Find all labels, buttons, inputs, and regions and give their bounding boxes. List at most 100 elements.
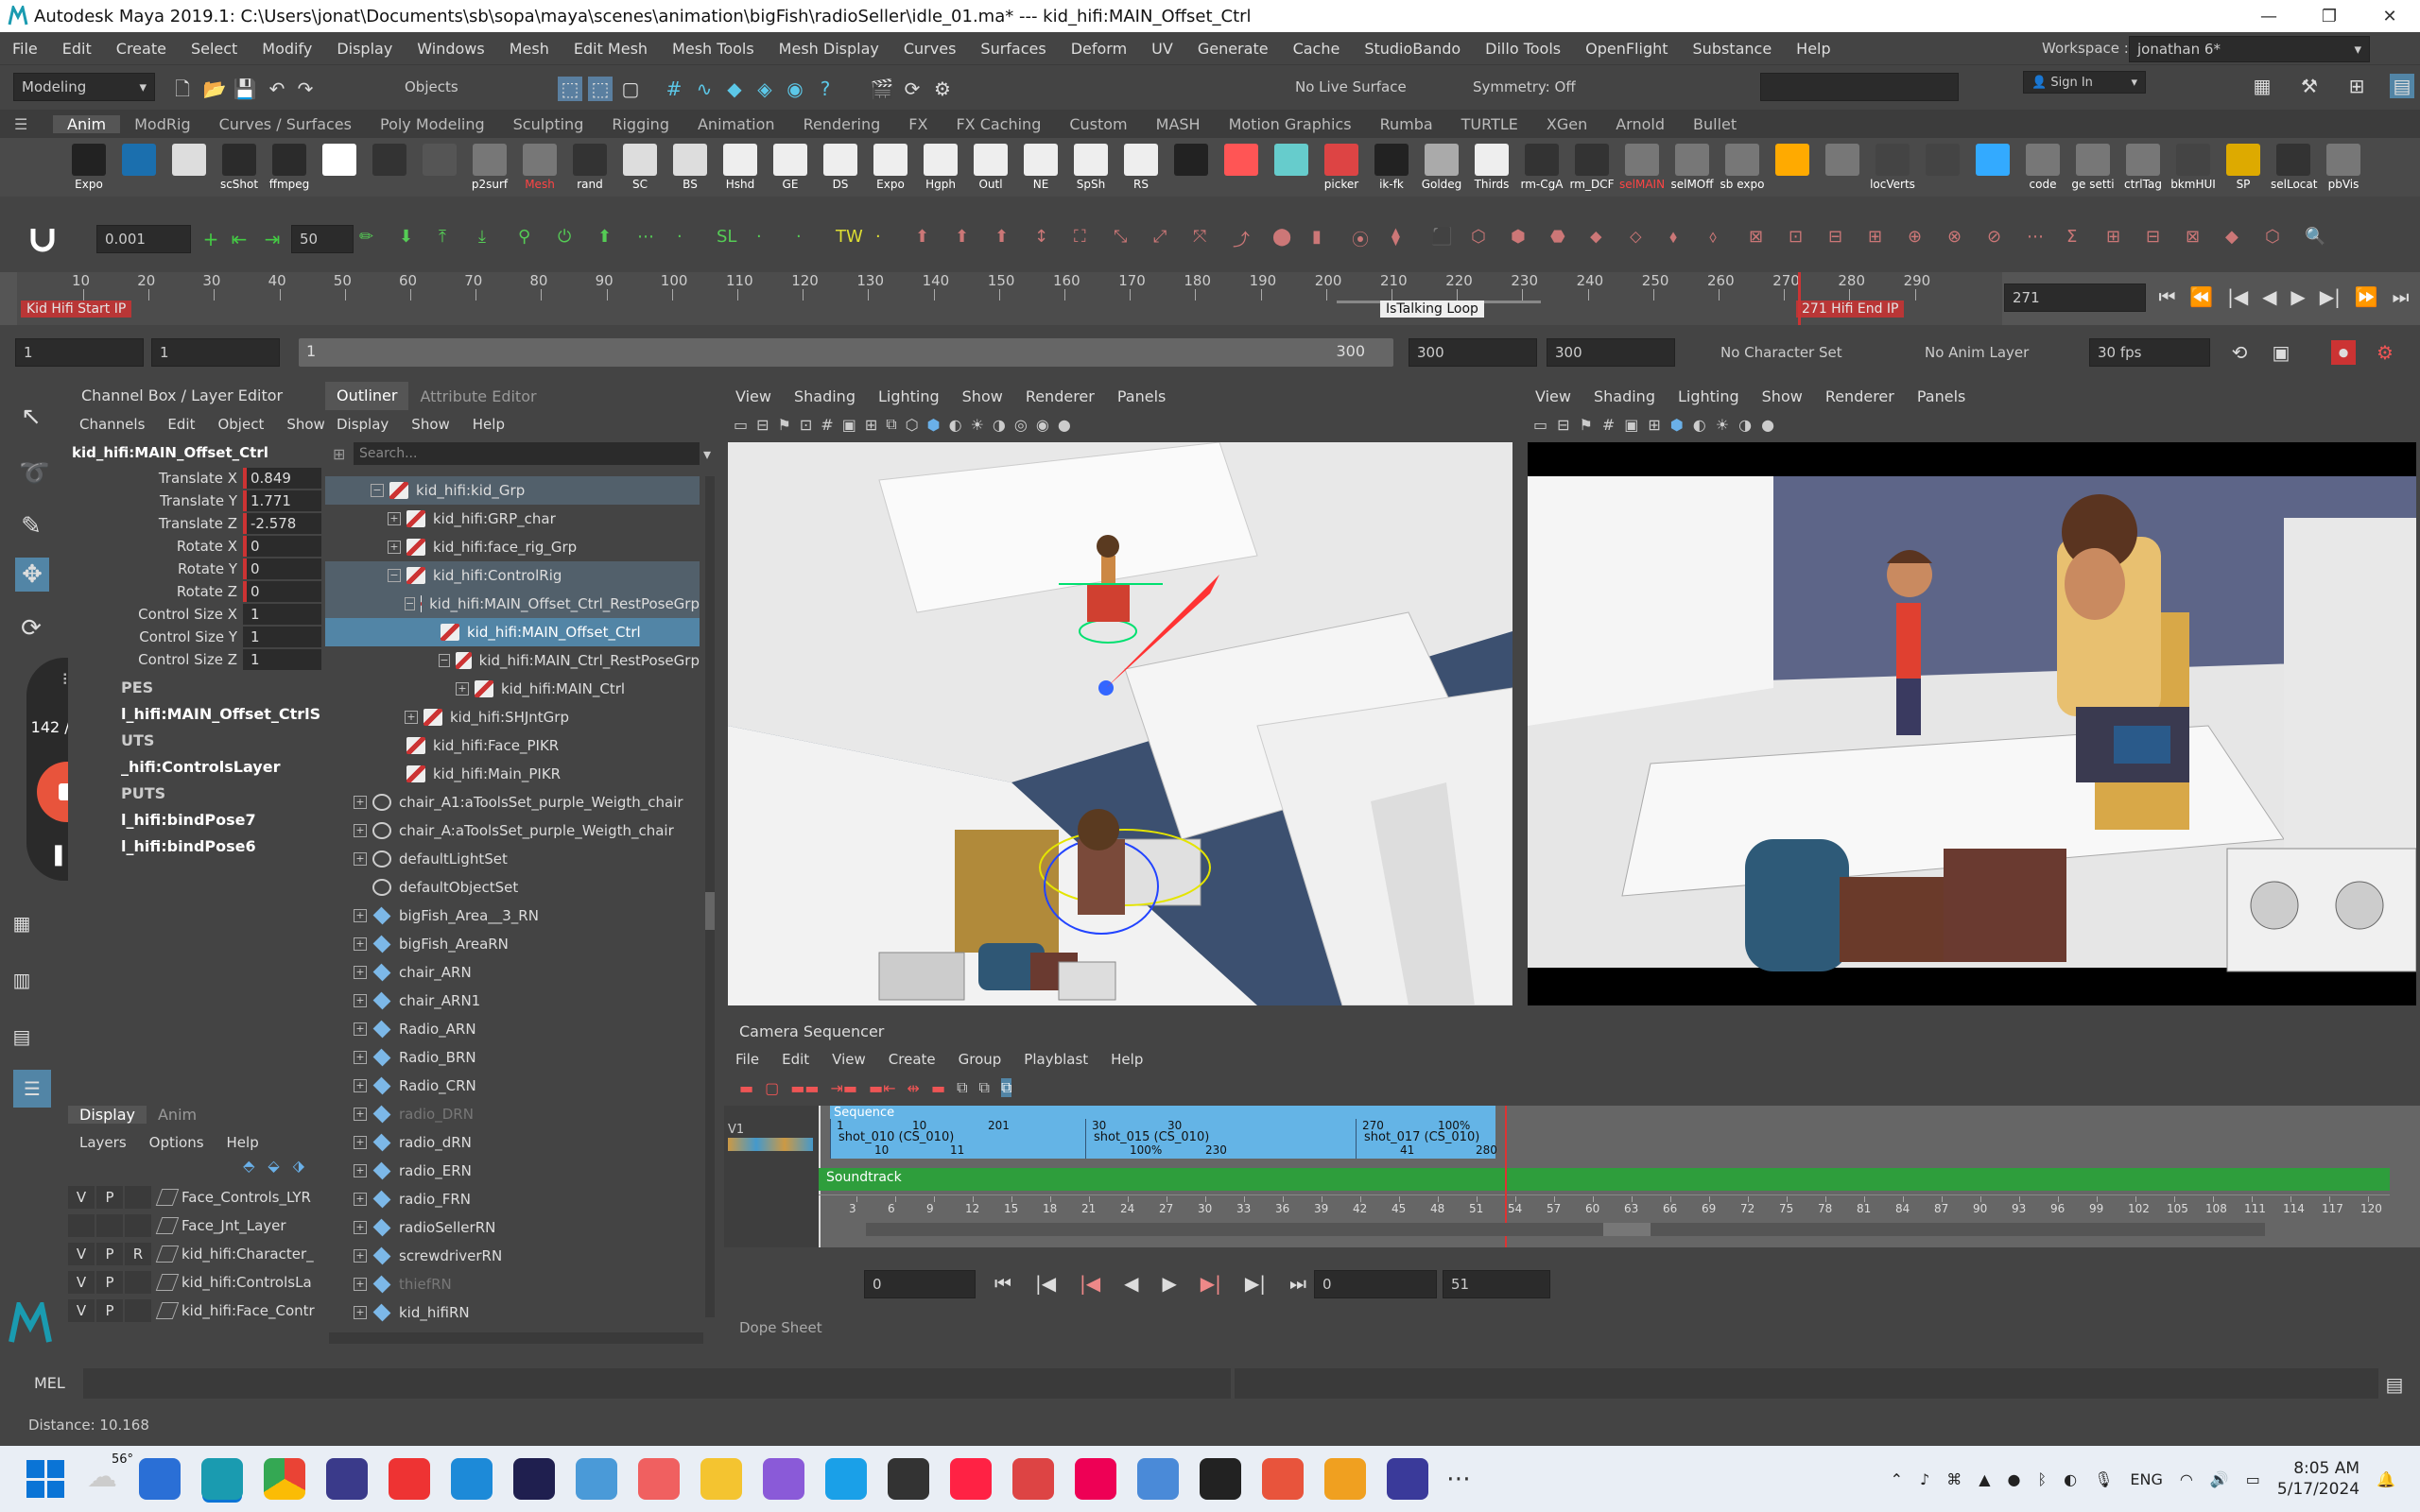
sequencer-menu-playblast[interactable]: Playblast [1012,1051,1099,1068]
shot-clip[interactable]: shot_017 (CS_010) 270 41 100% 280 [1356,1119,1497,1159]
anim-tool-16-icon[interactable]: ⬆ [994,227,1009,247]
open-scene-icon[interactable]: 📂 [202,77,227,101]
anim-tool-23-icon[interactable]: ⬤ [1272,227,1291,247]
shelf-button-rm-dcf[interactable]: rm_DCF [1569,144,1615,197]
layer-v-toggle[interactable] [68,1214,95,1237]
shelf-button-p2surf[interactable]: p2surf [467,144,512,197]
anim-tool-22-icon[interactable]: ⤴ [1233,227,1250,251]
layer-v-toggle[interactable]: V [68,1243,95,1265]
snap-point-icon[interactable]: ◆ [722,77,747,101]
seq-goto-end-icon[interactable]: ⏭ [1289,1272,1306,1295]
anim-tool-43-icon[interactable]: Σ [2066,227,2077,247]
shelf-button-expo[interactable]: Expo [868,144,913,197]
taskbar-slack-icon[interactable] [576,1458,617,1500]
layout-two-icon[interactable]: ▥ [9,968,34,992]
channel-row[interactable]: Control Size Y 1 [68,626,321,648]
ao2-icon[interactable]: ● [1761,416,1774,434]
shelf-tab-fx-caching[interactable]: FX Caching [942,115,1055,133]
tray-wifi-icon[interactable]: ◠ [2180,1470,2193,1488]
taskbar-maya-icon[interactable] [201,1458,243,1500]
anim-tool-30-icon[interactable]: ⬣ [1550,227,1565,247]
camera2-icon[interactable]: ▭ [1533,416,1547,434]
tray-overflow-icon[interactable]: ⌃ [1891,1470,1903,1488]
layer-p-toggle[interactable]: P [96,1186,123,1209]
tray-volume-icon[interactable]: 🔊 [2210,1470,2229,1488]
layout-outliner-icon[interactable]: ▤ [9,1024,34,1049]
anim-tool-42-icon[interactable]: ⋯ [2027,227,2044,247]
outliner-item[interactable]: + radio_dRN [325,1128,700,1157]
shelf-tab-fx[interactable]: FX [894,115,942,133]
taskbar-vivaldi-icon[interactable] [389,1458,430,1500]
menu-file[interactable]: File [0,40,50,58]
layer-r-toggle[interactable] [125,1299,151,1322]
taskbar-photos-icon[interactable] [1137,1458,1179,1500]
outliner-item[interactable]: + chair_A:aToolsSet_purple_Weigth_chair [325,816,700,845]
collapse-icon[interactable]: − [388,569,401,582]
layout-single-icon[interactable]: ▦ [2250,74,2274,98]
viewport-menu-lighting[interactable]: Lighting [1667,387,1751,405]
film-gate-icon[interactable]: ▣ [842,416,856,434]
viewport-menu-renderer[interactable]: Renderer [1814,387,1906,405]
layer-r-toggle[interactable]: R [125,1243,151,1265]
channel-value[interactable]: 1.771 [243,490,321,511]
layer-selected-icon[interactable]: ⬙ [268,1157,279,1183]
script-editor-icon[interactable]: ▤ [2382,1372,2407,1397]
channel-row[interactable]: Rotate X 0 [68,535,321,558]
seq-tool4-icon[interactable]: ⇥▬ [830,1079,857,1097]
minimize-icon[interactable]: — [2238,0,2299,32]
play-back-icon[interactable]: ◀ [2262,285,2276,308]
anim-tool-39-icon[interactable]: ⊕ [1908,227,1922,247]
expand-icon[interactable]: + [354,1079,367,1092]
anim-layer-dropdown[interactable]: No Anim Layer [1917,338,2087,367]
outliner-item[interactable]: +kid_hifi:MAIN_Offset_Ctrl [325,618,700,646]
anim-tool-6-icon[interactable]: ⬆ [597,227,612,247]
shelf-tab-sculpting[interactable]: Sculpting [499,115,598,133]
layer-menu-layers[interactable]: Layers [68,1134,138,1151]
seq-tool8-icon[interactable]: ⧉ [957,1078,967,1097]
shelf-button-thirds[interactable]: Thirds [1469,144,1514,197]
snap-surface-icon[interactable]: ◈ [752,77,777,101]
shelf-button-tool-38[interactable] [1970,144,2015,197]
layer-color-icon[interactable] [155,1189,180,1206]
shelf-button-ne[interactable]: NE [1018,144,1063,197]
expand-icon[interactable]: + [354,1249,367,1263]
shelf-button-mesh[interactable]: Mesh [517,144,562,197]
shelf-tab-rendering[interactable]: Rendering [789,115,895,133]
step-back-icon[interactable]: |◀ [2227,285,2248,308]
shelf-button-spsh[interactable]: SpSh [1068,144,1114,197]
expand-icon[interactable]: + [388,541,401,554]
seq-end-field[interactable]: 51 [1443,1270,1550,1298]
new-scene-icon[interactable]: 🗋 [170,77,195,101]
step-forward-icon[interactable]: ▶| [2320,285,2341,308]
anim-tool-31-icon[interactable]: ⬥ [1590,227,1602,247]
command-language-label[interactable]: MEL [34,1374,65,1392]
move-tool-icon[interactable]: ✥ [15,558,49,592]
viewport-menu-shading[interactable]: Shading [783,387,867,405]
channel-row[interactable]: Control Size X 1 [68,603,321,626]
taskbar-7zip-icon[interactable] [888,1458,929,1500]
outliner-item[interactable]: + radio_ERN [325,1157,700,1185]
tray-clock[interactable]: 8:05 AM 5/17/2024 [2277,1458,2360,1500]
outliner-item[interactable]: − kid_hifi:MAIN_Ctrl_RestPoseGrp [325,646,700,675]
channel-section-node[interactable]: l_hifi:bindPose6 [121,833,321,860]
anim-tool-14-icon[interactable]: ⬆ [915,227,929,247]
anim-tool-40-icon[interactable]: ⊗ [1947,227,1962,247]
sequencer-menu-edit[interactable]: Edit [770,1051,821,1068]
outliner-search-input[interactable]: Search... [354,442,700,465]
new-layer-icon[interactable]: ⬘ [243,1157,254,1183]
anim-tool-12-icon[interactable]: TW [836,227,863,247]
lock2-icon[interactable]: ⊟ [1557,416,1569,434]
anim-tool-25-icon[interactable]: ⦿ [1352,227,1369,251]
expand-icon[interactable]: + [388,512,401,525]
expand-icon[interactable]: + [354,1022,367,1036]
display-layer-row[interactable]: V Pkid_hifi:ControlsLa [68,1268,321,1297]
seq-tool7-icon[interactable]: ▬ [931,1079,945,1097]
viewport-menu-shading[interactable]: Shading [1582,387,1667,405]
menu-openflight[interactable]: OpenFlight [1573,40,1680,58]
prefs-icon[interactable]: ⚙ [2373,340,2397,365]
taskbar-app3-icon[interactable] [326,1458,368,1500]
outliner-item[interactable]: +defaultObjectSet [325,873,700,902]
expand-icon[interactable]: + [456,682,469,696]
seq-tool5-icon[interactable]: ▬⇤ [869,1079,896,1097]
anim-tool-10-icon[interactable]: · [756,227,762,247]
